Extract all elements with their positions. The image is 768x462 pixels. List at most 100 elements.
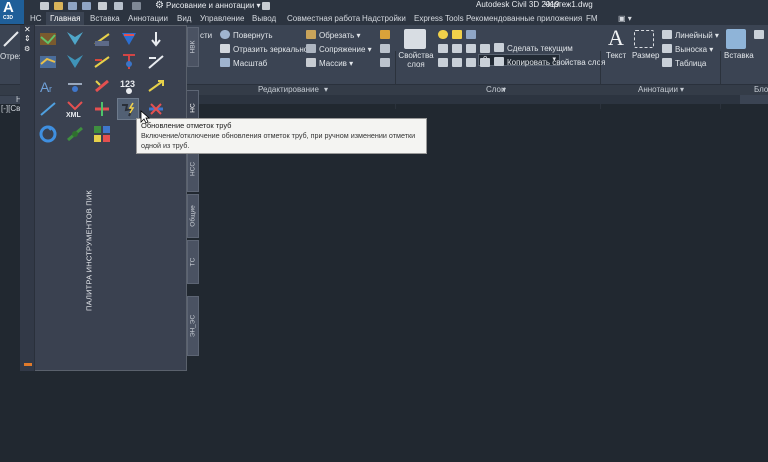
customize-qa-icon[interactable]	[262, 2, 270, 10]
layer-tool-4-icon[interactable]	[480, 44, 490, 53]
layer-tool-8-icon[interactable]	[480, 58, 490, 67]
panel-label-annotation[interactable]: Аннотации	[638, 85, 678, 95]
leader-button[interactable]: Выноска ▾	[662, 43, 713, 56]
line-draw-tool-icon[interactable]	[38, 99, 58, 119]
pipe-profile-tool-icon[interactable]	[92, 29, 112, 49]
axis-label-tool-icon[interactable]	[146, 52, 166, 72]
save-as-icon[interactable]	[82, 2, 91, 10]
dimension-label[interactable]: Размер	[632, 51, 660, 60]
save-icon[interactable]	[68, 2, 77, 10]
tab-featured-apps[interactable]: Рекомендованные приложения	[462, 12, 586, 25]
palette-tab-en-es[interactable]: ЭН_ЭС	[187, 296, 199, 356]
tab-addins[interactable]: Надстройки	[358, 12, 410, 25]
layer-tool-5-icon[interactable]	[438, 58, 448, 67]
tab-collaborate[interactable]: Совместная работа	[283, 12, 364, 25]
edit-copy-icon[interactable]	[380, 44, 390, 53]
panel-label-layers-expand[interactable]: ▾	[502, 85, 506, 95]
structure-tool-icon[interactable]	[119, 29, 139, 49]
add-pipe-tool-icon[interactable]	[92, 99, 112, 119]
panel-label-edit[interactable]: Редактирование	[258, 85, 319, 95]
pipe-arrow-tool-icon[interactable]	[146, 76, 166, 96]
edit-trim[interactable]: Обрезать ▾	[306, 29, 361, 42]
numbering-tool-icon[interactable]: 123	[119, 76, 139, 96]
tab-output[interactable]: Вывод	[248, 12, 280, 25]
update-pipe-elevations-tool-icon[interactable]	[117, 98, 139, 120]
trim-cut-label[interactable]: Отрез	[0, 52, 22, 61]
line-tool-icon[interactable]	[2, 30, 20, 48]
tab-insert[interactable]: Вставка	[86, 12, 124, 25]
tab-express-tools[interactable]: Express Tools	[410, 12, 468, 25]
text-icon[interactable]: A	[608, 25, 624, 51]
dimension-icon[interactable]	[634, 30, 654, 48]
layer-tool-3-icon[interactable]	[466, 44, 476, 53]
edit-fillet[interactable]: Сопряжение ▾	[306, 43, 372, 56]
panel-label-edit-expand[interactable]: ▾	[324, 85, 328, 95]
panel-label-block[interactable]: Бло	[754, 85, 768, 95]
profile-view-tool-icon[interactable]	[38, 52, 58, 72]
layer-tool-6-icon[interactable]	[452, 58, 462, 67]
tab-manage[interactable]: Управление	[196, 12, 248, 25]
layer-on-icon[interactable]	[438, 30, 448, 39]
edit-mirror[interactable]: Отразить зеркально	[220, 43, 308, 56]
palette-tab-common[interactable]: Общие	[187, 194, 199, 238]
edit-scale[interactable]: Масштаб	[220, 57, 267, 70]
new-file-icon[interactable]	[40, 2, 49, 10]
array-icon	[306, 58, 316, 67]
layer-lock-icon[interactable]	[466, 30, 476, 39]
pipe-slope-tool-icon[interactable]	[92, 52, 112, 72]
table-grid-tool-icon[interactable]	[92, 124, 112, 144]
close-icon[interactable]: ✕	[24, 25, 31, 34]
linear-dim-button[interactable]: Линейный ▾	[662, 29, 719, 42]
well-tool-icon[interactable]	[119, 52, 139, 72]
make-current-button[interactable]: Сделать текущим	[494, 42, 573, 55]
new-tab-button[interactable]	[740, 95, 768, 104]
app-menu-button[interactable]: A C3D	[0, 0, 24, 24]
layer-freeze-icon[interactable]	[452, 30, 462, 39]
viewport-controls[interactable]: [-][Св	[1, 104, 20, 113]
point-tool-icon[interactable]	[65, 76, 85, 96]
workspace-dropdown[interactable]: ⚙ Рисование и аннотации ▾	[155, 0, 261, 11]
layer-tool-1-icon[interactable]	[438, 44, 448, 53]
undo-icon[interactable]	[114, 2, 123, 10]
network-tool-icon[interactable]	[38, 29, 58, 49]
panel-label-annotation-expand[interactable]: ▾	[680, 85, 684, 95]
connect-pipes-tool-icon[interactable]	[65, 124, 85, 144]
layer-properties-icon[interactable]	[404, 29, 426, 49]
pipe-edit-tool-icon[interactable]	[92, 76, 112, 96]
xml-export-tool-icon[interactable]: XML	[65, 99, 85, 119]
palette-titlebar[interactable]	[20, 25, 35, 371]
layer-tool-2-icon[interactable]	[452, 44, 462, 53]
insert-block-icon[interactable]	[726, 29, 746, 49]
auto-hide-icon[interactable]: ⇕	[24, 34, 31, 43]
open-file-icon[interactable]	[54, 2, 63, 10]
tab-ns[interactable]: НС	[26, 12, 46, 25]
edit-item-styles[interactable]: сти	[200, 29, 212, 42]
fox-alt-tool-icon[interactable]	[65, 52, 85, 72]
palette-tab-ts[interactable]: ТС	[187, 240, 199, 284]
print-icon[interactable]	[98, 2, 107, 10]
edit-array[interactable]: Массив ▾	[306, 57, 353, 70]
tab-annotate[interactable]: Аннотации	[124, 12, 172, 25]
gear-icon: ⚙	[155, 0, 164, 11]
palette-tab-nvk[interactable]: НВК	[187, 27, 199, 67]
copy-layer-props-button[interactable]: Копировать свойства слоя	[494, 56, 605, 69]
text-style-tool-icon[interactable]: Ar	[38, 76, 58, 96]
insert-label[interactable]: Вставка	[724, 51, 754, 60]
tab-view[interactable]: Вид	[173, 12, 195, 25]
block-tool-icon[interactable]	[754, 30, 764, 39]
layer-tool-7-icon[interactable]	[466, 58, 476, 67]
properties-icon[interactable]: ⚙	[24, 46, 30, 54]
edit-rotate[interactable]: Повернуть	[220, 29, 273, 42]
fox-tool-icon[interactable]	[65, 29, 85, 49]
ribbon-toggle-icon[interactable]: ▣ ▾	[614, 12, 636, 25]
edit-explode-icon[interactable]	[380, 58, 390, 67]
text-label[interactable]: Текст	[606, 51, 626, 60]
tab-fm[interactable]: FM	[582, 12, 602, 25]
tab-home[interactable]: Главная	[46, 12, 85, 25]
elevation-down-tool-icon[interactable]	[146, 29, 166, 49]
edit-erase-icon[interactable]	[380, 30, 390, 39]
sync-tool-icon[interactable]	[38, 124, 58, 144]
layer-properties-label[interactable]: Свойства слоя	[398, 51, 434, 69]
table-button[interactable]: Таблица	[662, 57, 706, 70]
redo-icon[interactable]	[132, 2, 141, 10]
